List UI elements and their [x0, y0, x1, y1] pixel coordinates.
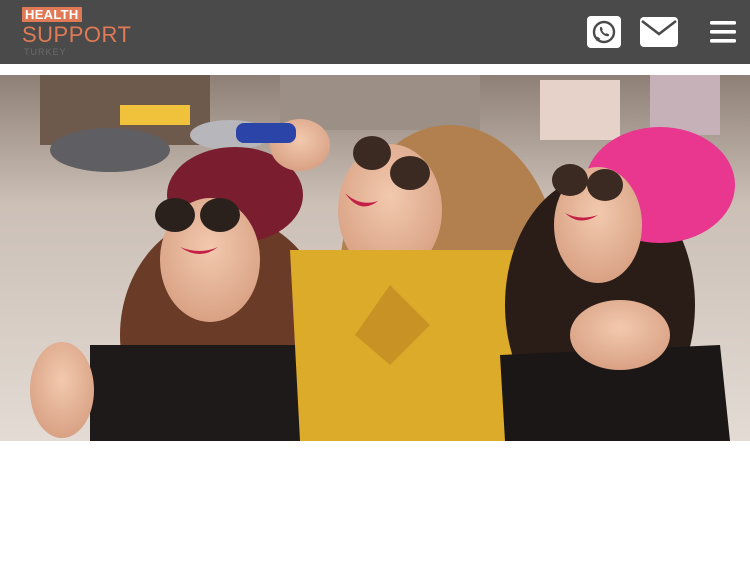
email-button[interactable]: [640, 17, 678, 47]
logo-turkey-text: TURKEY: [24, 47, 67, 57]
logo-support-text: SUPPORT: [22, 22, 132, 47]
top-navigation-bar: HEALTH SUPPORT TURKEY: [0, 0, 750, 64]
brand-logo[interactable]: HEALTH SUPPORT TURKEY: [22, 7, 142, 59]
hamburger-menu-icon: [710, 21, 736, 43]
menu-button[interactable]: [710, 19, 737, 45]
hero-image: [0, 75, 750, 441]
three-women-laughing-photo: [0, 75, 750, 441]
mail-icon: [640, 17, 678, 47]
logo-health-text: HEALTH: [22, 7, 82, 22]
whatsapp-button[interactable]: [587, 16, 621, 48]
whatsapp-icon: [587, 16, 621, 48]
